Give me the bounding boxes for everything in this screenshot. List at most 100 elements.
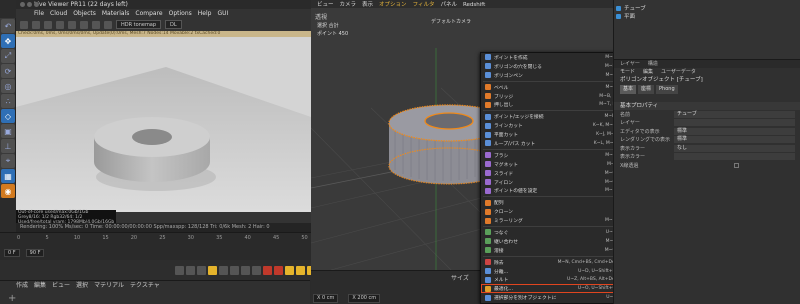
move-tool-icon[interactable]: ✥	[1, 34, 15, 48]
window-controls[interactable]	[20, 2, 39, 7]
menu-item[interactable]: ラインカット K~K, M~K	[481, 121, 619, 130]
menu-item-optimize[interactable]: 最適化... U~O, U~Shift+O	[481, 284, 619, 294]
menu-item-label: 平面カット	[494, 133, 518, 139]
edges-mode-icon[interactable]: ◇	[1, 109, 15, 123]
menu-item[interactable]: 分離... U~D, U~Shift+D	[481, 267, 619, 276]
next-frame-icon[interactable]	[219, 265, 228, 275]
tab-layer[interactable]: レイヤー	[620, 60, 640, 68]
mat-menu-material[interactable]: マテリアル	[94, 281, 124, 291]
mat-menu-view[interactable]: ビュー	[52, 281, 70, 291]
axis-icon[interactable]: ⊥	[1, 139, 15, 153]
prev-key-icon[interactable]	[186, 265, 195, 275]
next-key-icon[interactable]	[230, 265, 239, 275]
size-x-field[interactable]: X 200 cm	[348, 294, 381, 303]
menu-item[interactable]: つなぐ U~C	[481, 228, 619, 237]
polygons-mode-icon[interactable]: ▣	[1, 124, 15, 138]
editor-visibility-select[interactable]: 標準	[674, 127, 795, 135]
lv-menu-options[interactable]: Options	[169, 9, 192, 18]
add-material-icon[interactable]: +	[8, 293, 16, 304]
attr-menu-mode[interactable]: モード	[620, 68, 635, 76]
menu-item[interactable]: 選択部分を別オブジェクトに U~P	[481, 293, 619, 302]
play-icon[interactable]	[20, 20, 28, 29]
menu-item[interactable]: アイロン M~G	[481, 178, 619, 187]
tab-structure[interactable]: 構造	[648, 60, 658, 68]
record-icon[interactable]	[263, 265, 272, 275]
menu-item-label: メルト	[494, 278, 509, 284]
position-x-field[interactable]: X 0 cm	[313, 294, 339, 303]
object-row-tube[interactable]: チューブ	[614, 4, 800, 12]
menu-item[interactable]: ポリゴンペン M~E	[481, 71, 619, 80]
mat-menu-texture[interactable]: テクスチャ	[130, 281, 160, 291]
object-row-plane[interactable]: 平面	[614, 12, 800, 20]
menu-item[interactable]: ポリゴンの穴を閉じる M~D	[481, 62, 619, 71]
menu-item[interactable]: 継い合わせ M~P	[481, 237, 619, 246]
prev-frame-icon[interactable]	[197, 265, 206, 275]
tonemap-select[interactable]: HDR tonemap	[116, 20, 162, 29]
name-field[interactable]: チューブ	[674, 110, 795, 118]
menu-item[interactable]: 配列	[481, 198, 619, 207]
menu-item[interactable]: ミラーリング M~H	[481, 216, 619, 225]
pause-icon[interactable]	[44, 20, 52, 29]
stop-icon[interactable]	[32, 20, 40, 29]
lv-menu-help[interactable]: Help	[198, 9, 212, 18]
pick-icon[interactable]	[104, 20, 112, 29]
attr-menu-userdata[interactable]: ユーザーデータ	[661, 68, 696, 76]
menu-item[interactable]: スライド M~O	[481, 169, 619, 178]
display-color-select[interactable]: なし	[674, 144, 795, 152]
go-to-end-icon[interactable]	[241, 265, 250, 275]
mat-menu-create[interactable]: 作成	[16, 281, 28, 291]
menu-item[interactable]: ポイントの値を設定 M~U	[481, 186, 619, 195]
camera-icon[interactable]	[68, 20, 76, 29]
menu-item[interactable]: 溶接 M~Q	[481, 246, 619, 255]
menu-item[interactable]: クローン	[481, 207, 619, 216]
menu-item[interactable]: 平面カット K~J, M~J	[481, 130, 619, 139]
start-frame-field[interactable]: 0 F	[4, 249, 20, 257]
reset-icon[interactable]	[56, 20, 64, 29]
go-to-start-icon[interactable]	[175, 265, 184, 275]
live-select-icon[interactable]: ◎	[1, 79, 15, 93]
menu-item[interactable]: ブラシ M~C	[481, 151, 619, 160]
points-mode-icon[interactable]: ∴	[1, 94, 15, 108]
menu-item[interactable]: ポイントを作成 M~A	[481, 53, 619, 62]
attr-menu-edit[interactable]: 編集	[643, 68, 653, 76]
autokey-icon[interactable]	[274, 265, 283, 275]
region-icon[interactable]	[80, 20, 88, 29]
keyframe-selection-icon[interactable]	[285, 265, 294, 275]
menu-item[interactable]: ブリッジ M~B, B	[481, 92, 619, 101]
loop-icon[interactable]	[252, 265, 261, 275]
display-color-swatch[interactable]	[674, 153, 795, 161]
undo-icon[interactable]: ↶	[1, 19, 15, 33]
rotate-tool-icon[interactable]: ⟳	[1, 64, 15, 78]
menu-item[interactable]: 除去 M~N, Cmd+BS, Cmd+Del	[481, 258, 619, 267]
menu-item[interactable]: マグネット M~I	[481, 160, 619, 169]
menu-item[interactable]: ポイント/エッジを接続 M~M	[481, 112, 619, 121]
menu-item[interactable]: メルト U~Z, Alt+BS, Alt+Del	[481, 275, 619, 284]
lv-menu-gui[interactable]: GUI	[217, 9, 228, 18]
basic-button[interactable]: 基本	[620, 85, 637, 94]
lv-menu-compare[interactable]: Compare	[135, 9, 162, 18]
colorspace-select[interactable]: DL	[165, 20, 182, 29]
render-view[interactable]	[16, 37, 311, 212]
lv-menu-file[interactable]: File	[34, 9, 44, 18]
lv-menu-objects[interactable]: Objects	[73, 9, 96, 18]
scale-tool-icon[interactable]: ⤢	[1, 49, 15, 63]
texture-mode-icon[interactable]: ▦	[1, 169, 15, 183]
snap-icon[interactable]: ⌖	[1, 154, 15, 168]
lock-icon[interactable]	[92, 20, 100, 29]
render-visibility-select[interactable]: 標準	[674, 136, 795, 144]
xray-checkbox[interactable]	[734, 162, 739, 168]
layer-field[interactable]	[674, 119, 795, 127]
render-icon[interactable]: ◉	[1, 184, 15, 198]
mat-menu-select[interactable]: 選択	[76, 281, 88, 291]
phong-button[interactable]: Phong	[656, 85, 678, 94]
menu-item[interactable]: ループ/パス カット K~L, M~L	[481, 139, 619, 148]
lv-menu-cloud[interactable]: Cloud	[50, 9, 67, 18]
position-key-icon[interactable]	[296, 265, 305, 275]
end-frame-field[interactable]: 90 F	[25, 249, 45, 257]
menu-item[interactable]: ベベル M~S	[481, 83, 619, 92]
mat-menu-edit[interactable]: 編集	[34, 281, 46, 291]
coord-button[interactable]: 座標	[638, 85, 655, 94]
menu-item[interactable]: 押し出し M~T, D	[481, 100, 619, 109]
lv-menu-materials[interactable]: Materials	[102, 9, 130, 18]
play-forward-icon[interactable]	[208, 265, 217, 275]
